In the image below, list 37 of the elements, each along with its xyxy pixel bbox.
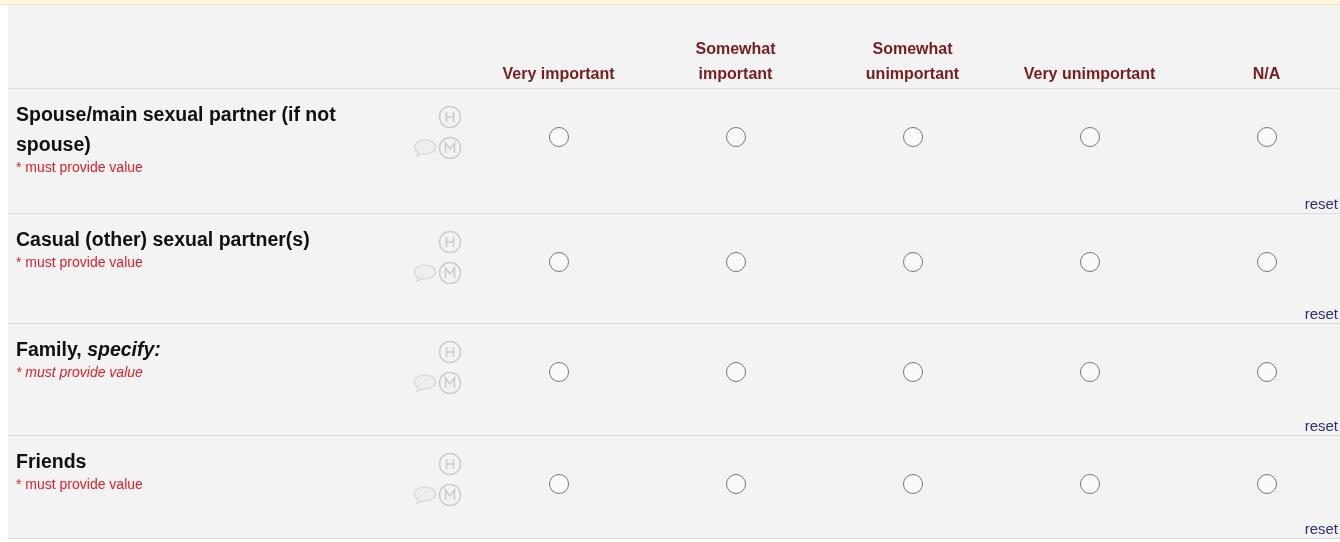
reset-link[interactable]: reset xyxy=(1304,520,1338,537)
question-label: Friends xyxy=(16,449,88,474)
radio-button[interactable] xyxy=(1256,252,1277,272)
required-note: * must provide value xyxy=(16,159,144,175)
radio-button[interactable] xyxy=(548,252,569,272)
column-header: Very important xyxy=(501,64,616,84)
radio-button[interactable] xyxy=(548,474,569,494)
column-header: N/A xyxy=(1251,64,1282,84)
radio-button[interactable] xyxy=(725,362,746,382)
radio-button[interactable] xyxy=(548,127,569,147)
column-header: Somewhat unimportant xyxy=(864,39,961,84)
radio-button[interactable] xyxy=(1079,252,1100,272)
reset-link[interactable]: reset xyxy=(1304,305,1338,322)
radio-button[interactable] xyxy=(725,474,746,494)
radio-button[interactable] xyxy=(548,362,569,382)
column-header: Very unimportant xyxy=(1022,64,1157,84)
required-note: * must provide value xyxy=(16,476,143,492)
radio-button[interactable] xyxy=(1256,127,1277,147)
radio-button[interactable] xyxy=(1079,127,1100,147)
column-header: Somewhat important xyxy=(694,39,777,84)
radio-button[interactable] xyxy=(725,127,746,147)
radio-button[interactable] xyxy=(725,252,746,272)
radio-button[interactable] xyxy=(1256,362,1277,382)
question-label: Spouse/main sexual partner (if not spouse) xyxy=(16,102,337,157)
required-note: * must provide value xyxy=(16,254,144,270)
radio-button[interactable] xyxy=(1256,474,1277,494)
radio-button[interactable] xyxy=(902,474,923,494)
radio-button[interactable] xyxy=(1079,362,1100,382)
question-label: Family, specify: xyxy=(16,337,161,362)
required-note: * must provide value xyxy=(16,364,144,380)
radio-button[interactable] xyxy=(1079,474,1100,494)
radio-button[interactable] xyxy=(902,127,923,147)
radio-button[interactable] xyxy=(902,252,923,272)
reset-link[interactable]: reset xyxy=(1304,417,1338,434)
question-label: Casual (other) sexual partner(s) xyxy=(16,227,310,252)
reset-link[interactable]: reset xyxy=(1304,195,1338,212)
radio-button[interactable] xyxy=(902,362,923,382)
